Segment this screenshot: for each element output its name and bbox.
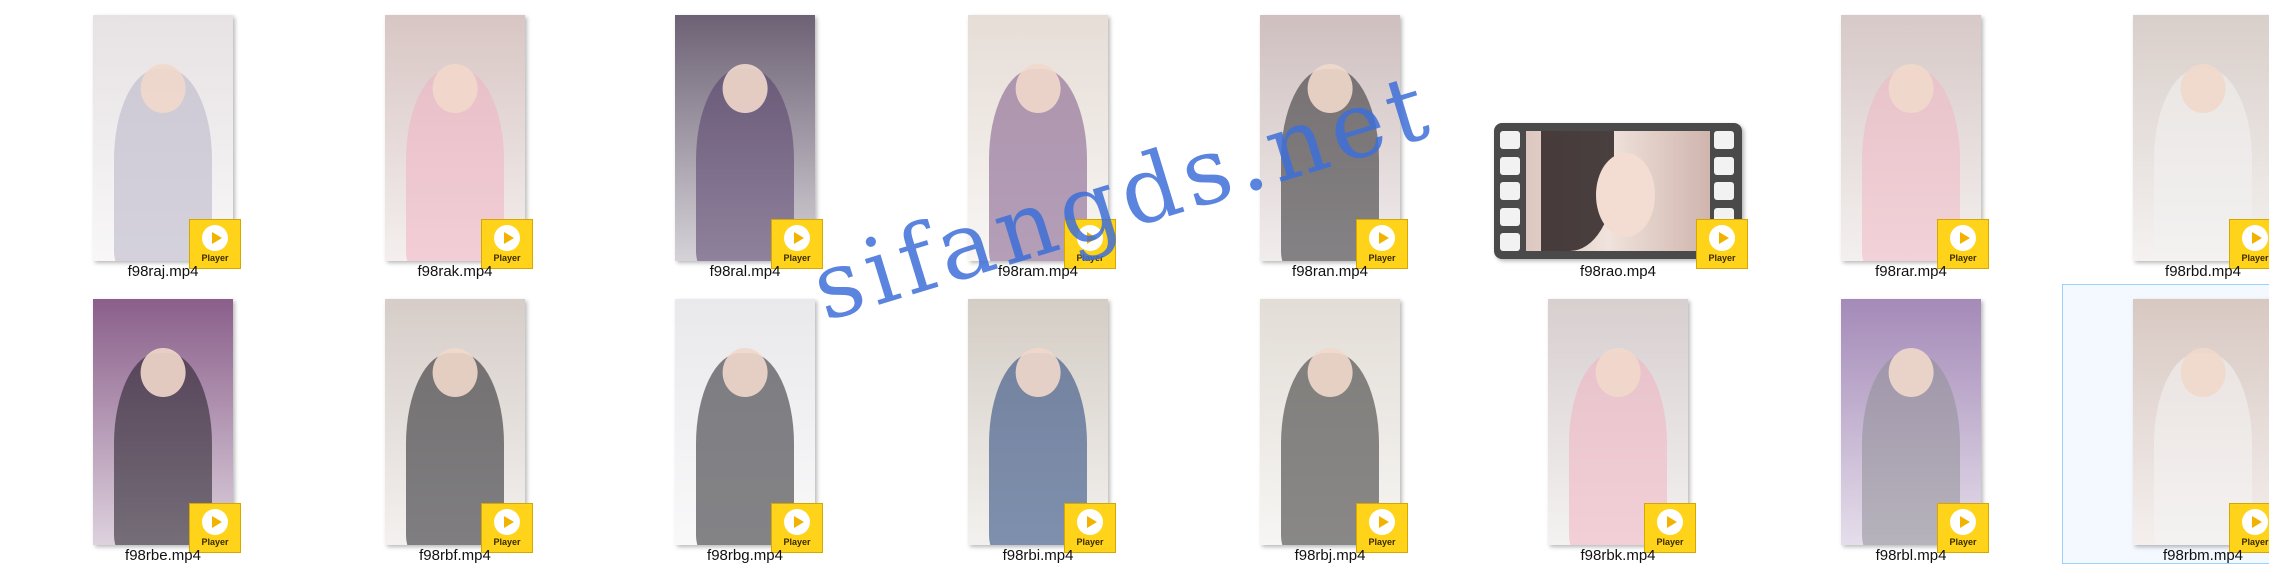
file-name-label: f98rbk.mp4 xyxy=(1580,547,1656,564)
player-badge-icon: Player xyxy=(1644,503,1696,553)
file-name-label: f98rbg.mp4 xyxy=(707,547,783,564)
player-badge-icon: Player xyxy=(189,503,241,553)
file-item[interactable]: Player f98rbk.mp4 xyxy=(1477,284,1759,564)
file-item[interactable]: Player f98raj.mp4 xyxy=(22,0,304,280)
player-label: Player xyxy=(493,537,521,547)
file-name-label: f98ral.mp4 xyxy=(709,263,781,280)
player-label: Player xyxy=(493,253,521,263)
player-label: Player xyxy=(1949,253,1977,263)
file-item[interactable]: Player f98rbi.mp4 xyxy=(897,284,1179,564)
thumbnail-wrapper: Player xyxy=(385,15,533,269)
file-item[interactable]: Player f98rbg.mp4 xyxy=(604,284,886,564)
thumbnail-wrapper: Player xyxy=(2133,15,2269,269)
thumbnail-wrapper: Player xyxy=(1841,299,1989,553)
player-badge-icon: Player xyxy=(1937,219,1989,269)
file-name-label: f98rbf.mp4 xyxy=(419,547,491,564)
player-badge-icon: Player xyxy=(1696,219,1748,269)
play-icon xyxy=(494,509,520,535)
thumbnail-wrapper: Player xyxy=(93,15,241,269)
player-label: Player xyxy=(1708,253,1736,263)
file-name-label: f98rbj.mp4 xyxy=(1294,547,1366,564)
thumbnail-wrapper: Player xyxy=(675,15,823,269)
file-item[interactable]: Player f98ral.mp4 xyxy=(604,0,886,280)
file-name-label: f98rbm.mp4 xyxy=(2162,547,2244,564)
play-icon xyxy=(1077,509,1103,535)
player-badge-icon: Player xyxy=(1937,503,1989,553)
file-name-label: f98ram.mp4 xyxy=(997,263,1079,280)
thumbnail-wrapper: Player xyxy=(1260,299,1408,553)
file-grid: Player f98raj.mp4 Player f98rak.mp4 Player f9… xyxy=(0,0,2269,578)
thumbnail-wrapper: Player xyxy=(968,299,1116,553)
file-item[interactable]: Player f98rbd.mp4 xyxy=(2062,0,2269,280)
file-name-label: f98rbl.mp4 xyxy=(1875,547,1947,564)
play-icon xyxy=(1950,509,1976,535)
play-icon xyxy=(1369,225,1395,251)
play-icon xyxy=(1950,225,1976,251)
player-label: Player xyxy=(1076,537,1104,547)
thumbnail-wrapper: Player xyxy=(93,299,241,553)
player-label: Player xyxy=(201,537,229,547)
player-badge-icon: Player xyxy=(1064,219,1116,269)
player-badge-icon: Player xyxy=(771,219,823,269)
file-name-label: f98raj.mp4 xyxy=(127,263,199,280)
player-label: Player xyxy=(1368,537,1396,547)
file-name-label: f98ran.mp4 xyxy=(1292,263,1368,280)
player-badge-icon: Player xyxy=(771,503,823,553)
player-badge-icon: Player xyxy=(481,219,533,269)
file-name-label: f98rar.mp4 xyxy=(1875,263,1947,280)
file-name-label: f98rbi.mp4 xyxy=(1002,547,1074,564)
player-label: Player xyxy=(1368,253,1396,263)
thumbnail-wrapper: Player xyxy=(1841,15,1989,269)
player-badge-icon: Player xyxy=(189,219,241,269)
play-icon xyxy=(2242,225,2268,251)
file-item[interactable]: Player f98rao.mp4 xyxy=(1477,0,1759,280)
play-icon xyxy=(1369,509,1395,535)
thumbnail-wrapper: Player xyxy=(1260,15,1408,269)
file-name-label: f98rbe.mp4 xyxy=(125,547,201,564)
thumbnail-wrapper: Player xyxy=(1548,299,1696,553)
play-icon xyxy=(784,509,810,535)
file-item[interactable]: Player f98rar.mp4 xyxy=(1770,0,2052,280)
file-item[interactable]: Player f98ran.mp4 xyxy=(1189,0,1471,280)
play-icon xyxy=(2242,509,2268,535)
player-label: Player xyxy=(2241,253,2269,263)
player-label: Player xyxy=(201,253,229,263)
player-badge-icon: Player xyxy=(481,503,533,553)
file-item[interactable]: Player f98rbl.mp4 xyxy=(1770,284,2052,564)
play-icon xyxy=(784,225,810,251)
play-icon xyxy=(494,225,520,251)
player-badge-icon: Player xyxy=(1356,503,1408,553)
file-name-label: f98rak.mp4 xyxy=(417,263,493,280)
file-item[interactable]: Player f98rbj.mp4 xyxy=(1189,284,1471,564)
player-label: Player xyxy=(1076,253,1104,263)
file-item[interactable]: Player f98ram.mp4 xyxy=(897,0,1179,280)
file-item[interactable]: Player f98rbf.mp4 xyxy=(314,284,596,564)
player-label: Player xyxy=(783,253,811,263)
file-name-label: f98rbd.mp4 xyxy=(2165,263,2241,280)
file-item[interactable]: Player f98rbe.mp4 xyxy=(22,284,304,564)
play-icon xyxy=(1657,509,1683,535)
file-item[interactable]: Player f98rbm.mp4 xyxy=(2062,284,2269,564)
file-item[interactable]: Player f98rak.mp4 xyxy=(314,0,596,280)
player-badge-icon: Player xyxy=(2229,219,2269,269)
player-badge-icon: Player xyxy=(1064,503,1116,553)
play-icon xyxy=(202,225,228,251)
player-badge-icon: Player xyxy=(2229,503,2269,553)
file-name-label: f98rao.mp4 xyxy=(1580,263,1656,280)
play-icon xyxy=(1077,225,1103,251)
thumbnail-wrapper: Player xyxy=(2133,299,2269,553)
player-label: Player xyxy=(1949,537,1977,547)
thumbnail-wrapper: Player xyxy=(675,299,823,553)
thumbnail-wrapper: Player xyxy=(385,299,533,553)
player-badge-icon: Player xyxy=(1356,219,1408,269)
player-label: Player xyxy=(783,537,811,547)
thumbnail-wrapper: Player xyxy=(968,15,1116,269)
play-icon xyxy=(202,509,228,535)
player-label: Player xyxy=(1656,537,1684,547)
video-filmstrip-icon: Player xyxy=(1494,123,1748,269)
player-label: Player xyxy=(2241,537,2269,547)
